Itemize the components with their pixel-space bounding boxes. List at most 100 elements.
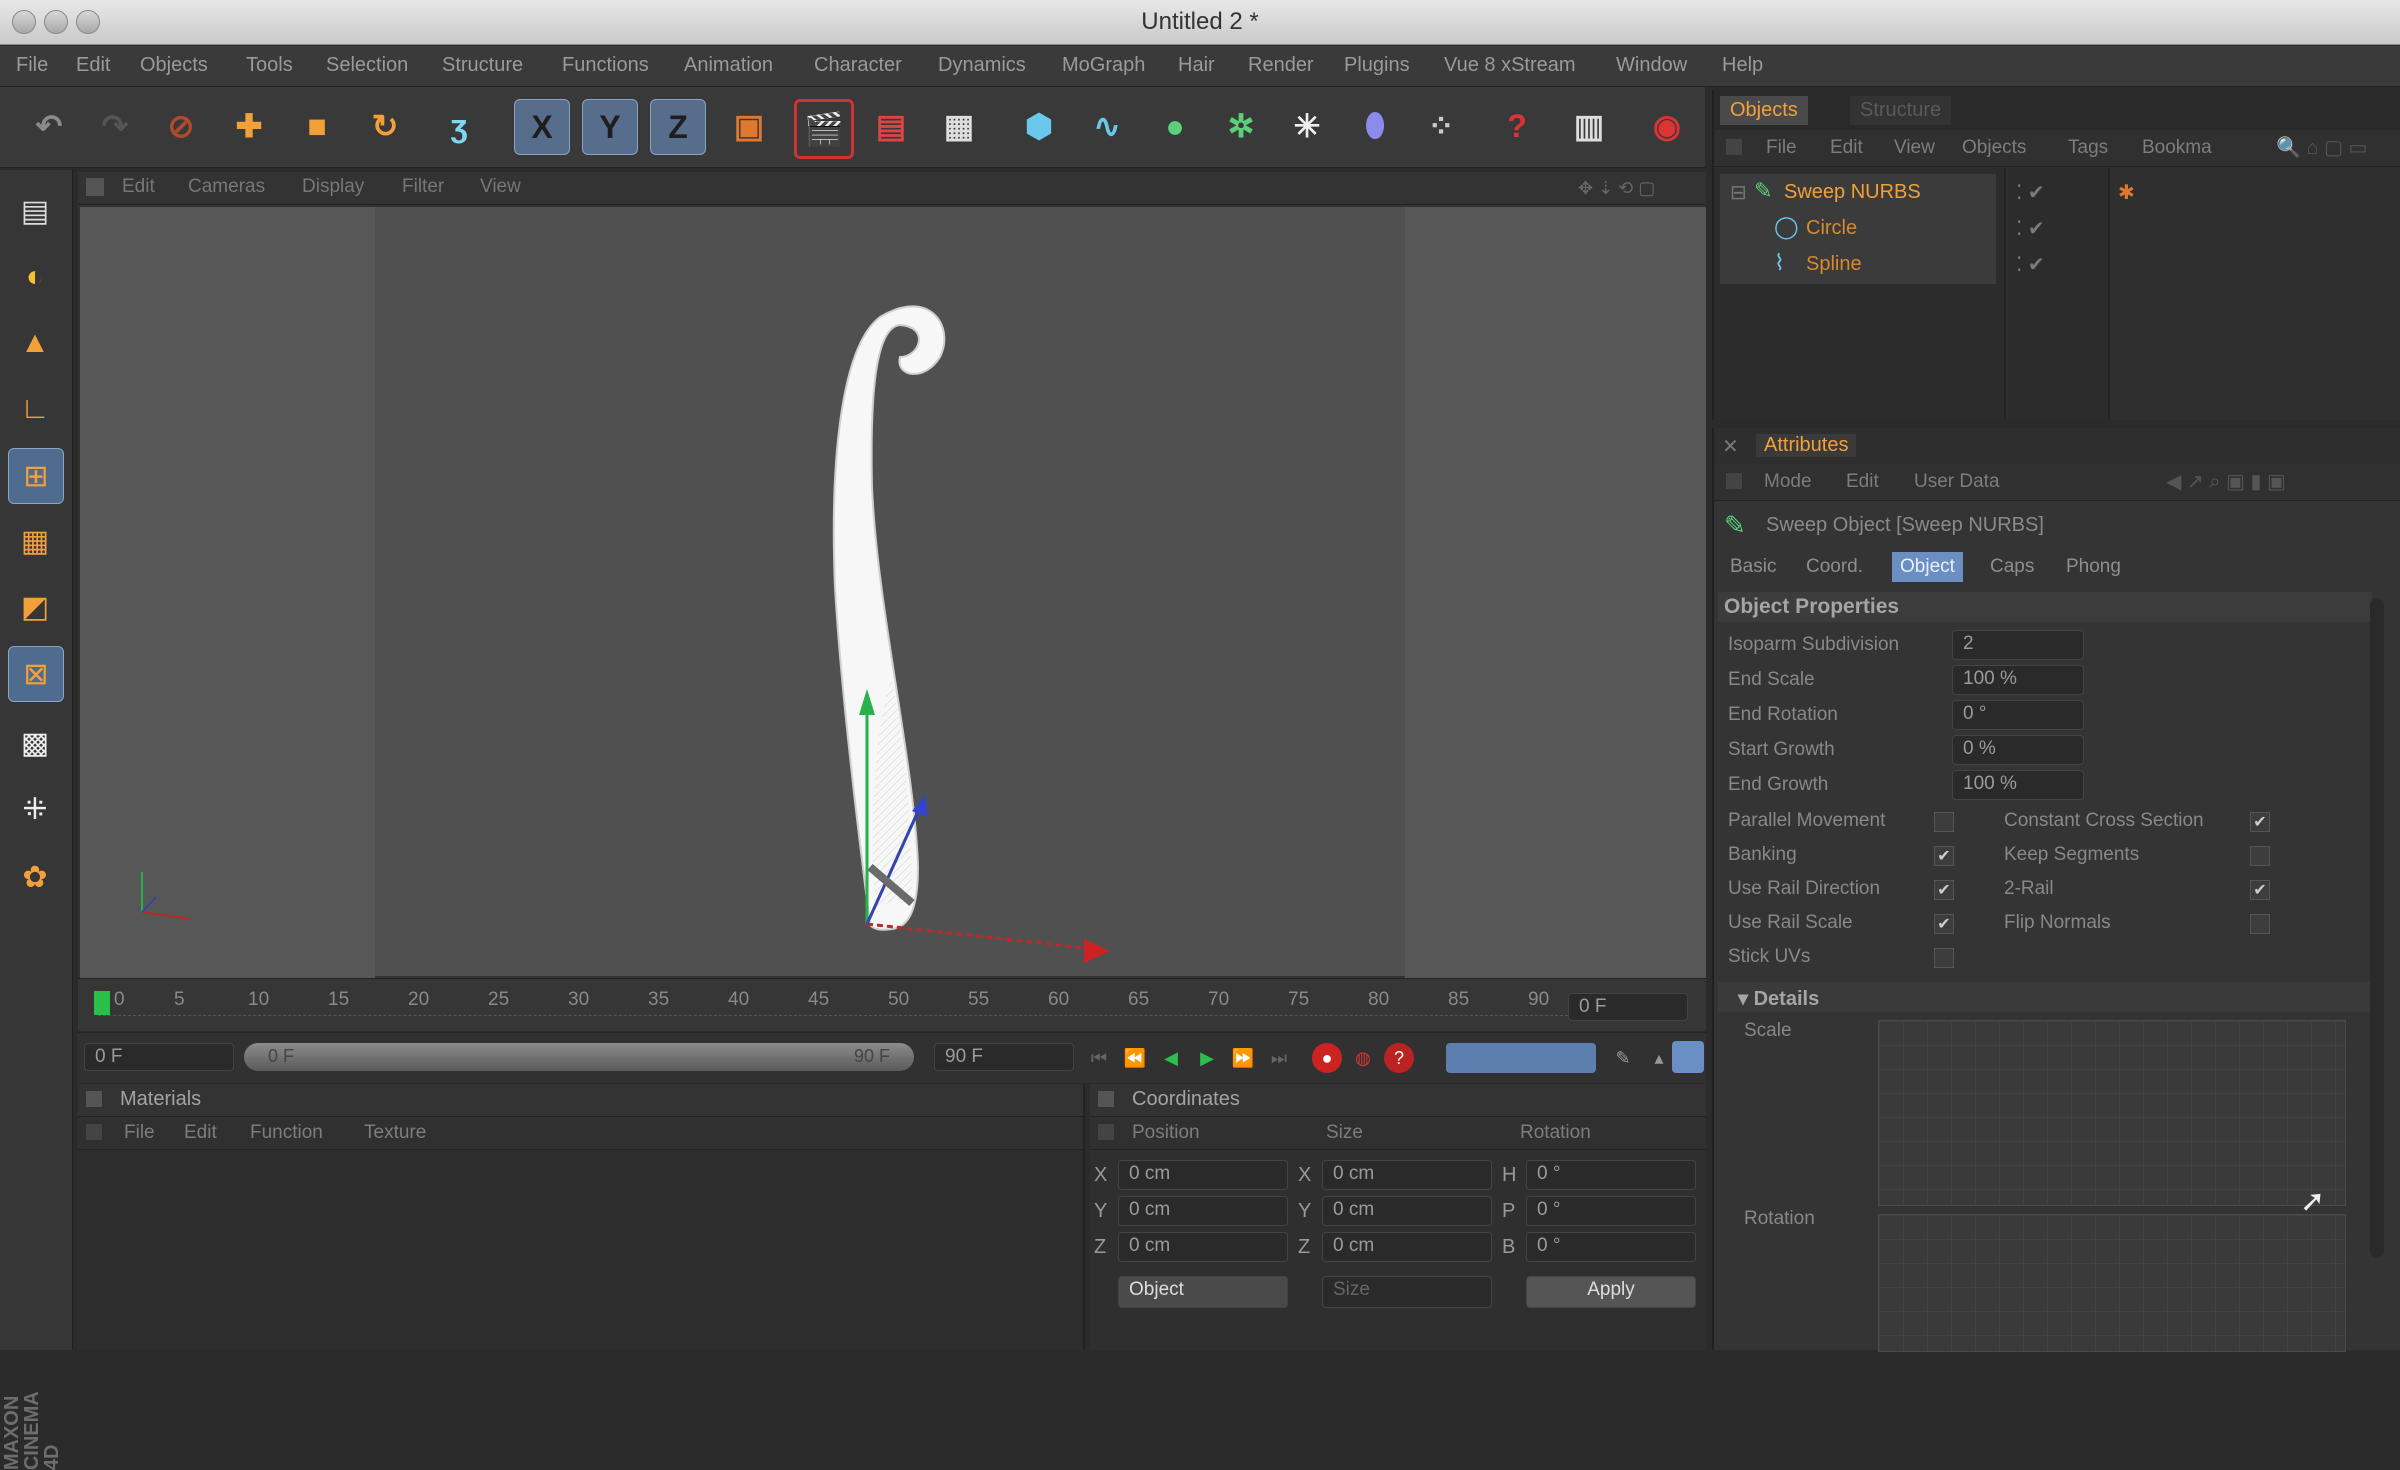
obj-menu-objects[interactable]: Objects	[1962, 137, 2026, 159]
render-picture-viewer-icon[interactable]: ▤	[864, 99, 918, 153]
viewport-menu-view[interactable]: View	[480, 176, 521, 198]
goto-start-icon[interactable]: ⏮	[1084, 1043, 1114, 1073]
obj-menu-file[interactable]: File	[1766, 137, 1797, 159]
two-rail-checkbox[interactable]: ✔	[2250, 880, 2270, 900]
sweep-nurbs-model[interactable]	[80, 207, 1704, 976]
rotation-b-field[interactable]: 0 °	[1526, 1232, 1696, 1262]
panel-grip-icon[interactable]	[1726, 473, 1742, 489]
stick-uvs-checkbox[interactable]	[1934, 948, 1954, 968]
menu-character[interactable]: Character	[814, 54, 902, 77]
edges-mode-icon[interactable]: ▦	[8, 514, 62, 568]
menu-selection[interactable]: Selection	[326, 54, 408, 77]
menu-animation[interactable]: Animation	[684, 54, 773, 77]
uv-mode-icon[interactable]: ⊠	[8, 646, 64, 702]
viewport-menu-edit[interactable]: Edit	[122, 176, 155, 198]
x-axis-handle[interactable]	[866, 922, 1096, 951]
obj-menu-view[interactable]: View	[1894, 137, 1935, 159]
make-editable-icon[interactable]: ▤	[8, 184, 62, 238]
keep-segments-checkbox[interactable]	[2250, 846, 2270, 866]
menu-help[interactable]: Help	[1722, 54, 1763, 77]
menu-tools[interactable]: Tools	[246, 54, 293, 77]
deformer-icon[interactable]: ⬮	[1348, 99, 1402, 153]
record-icon[interactable]: ◉	[1640, 99, 1694, 153]
object-name[interactable]: Circle	[1806, 217, 1857, 240]
z-axis-icon[interactable]: Z	[650, 99, 706, 155]
size-y-field[interactable]: 0 cm	[1322, 1196, 1492, 1226]
object-name[interactable]: Sweep NURBS	[1784, 181, 1921, 204]
coordinate-mode-select[interactable]: Object	[1118, 1276, 1288, 1308]
scheme-icon[interactable]	[1672, 1041, 1704, 1073]
end-scale-field[interactable]: 100 %	[1952, 665, 2084, 695]
panel-grip-icon[interactable]	[86, 1124, 102, 1140]
object-name[interactable]: Spline	[1806, 253, 1862, 276]
object-row-circle[interactable]: ◯ Circle	[1724, 212, 1994, 246]
materials-menu-texture[interactable]: Texture	[364, 1122, 426, 1144]
fcurve-icon[interactable]: ✎	[1608, 1043, 1638, 1073]
tab-coord[interactable]: Coord.	[1798, 552, 1871, 582]
prev-key-icon[interactable]: ⏪	[1120, 1043, 1150, 1073]
attr-nav-icons[interactable]: ◀ ↗ ⌕ ▣ ▮ ▣	[2166, 469, 2286, 494]
attr-menu-user-data[interactable]: User Data	[1914, 471, 2000, 493]
visibility-dots-icon[interactable]: ⁚ ✔	[2016, 252, 2045, 277]
scale-icon[interactable]: ■	[290, 99, 344, 153]
viewport-menu-cameras[interactable]: Cameras	[188, 176, 265, 198]
x-axis-icon[interactable]: X	[514, 99, 570, 155]
object-row-spline[interactable]: ⌇ Spline	[1724, 248, 1994, 282]
tab-structure[interactable]: Structure	[1850, 96, 1952, 125]
menu-plugins[interactable]: Plugins	[1344, 54, 1410, 77]
workplane-icon[interactable]: ⁜	[8, 782, 62, 836]
menu-structure[interactable]: Structure	[442, 54, 523, 77]
menu-hair[interactable]: Hair	[1178, 54, 1215, 77]
array-icon[interactable]: ✲	[1214, 99, 1268, 153]
record-keys-icon[interactable]: ●	[1312, 1043, 1342, 1073]
scene-icon[interactable]: ✳	[1280, 99, 1334, 153]
position-y-field[interactable]: 0 cm	[1118, 1196, 1288, 1226]
playhead-marker[interactable]	[94, 991, 110, 1015]
panel-grip-icon[interactable]	[1098, 1091, 1114, 1107]
position-x-field[interactable]: 0 cm	[1118, 1160, 1288, 1190]
sculpt-icon[interactable]: ✿	[8, 850, 62, 904]
menu-render[interactable]: Render	[1248, 54, 1314, 77]
polygons-mode-icon[interactable]: ◩	[8, 580, 62, 634]
play-forward-icon[interactable]: ▶	[1192, 1043, 1222, 1073]
menu-functions[interactable]: Functions	[562, 54, 649, 77]
cube-icon[interactable]: ⬢	[1012, 99, 1066, 153]
attr-menu-edit[interactable]: Edit	[1846, 471, 1879, 493]
tab-basic[interactable]: Basic	[1722, 552, 1784, 582]
banking-checkbox[interactable]: ✔	[1934, 846, 1954, 866]
undo-icon[interactable]: ↶	[22, 99, 76, 153]
spline-pen-icon[interactable]: ∿	[1080, 99, 1134, 153]
menu-vue-xstream[interactable]: Vue 8 xStream	[1444, 54, 1576, 77]
render-settings-icon[interactable]: ▦	[932, 99, 986, 153]
goto-end-icon[interactable]: ⏭	[1264, 1043, 1294, 1073]
viewport-menu-display[interactable]: Display	[302, 176, 364, 198]
next-key-icon[interactable]: ⏩	[1228, 1043, 1258, 1073]
position-z-field[interactable]: 0 cm	[1118, 1232, 1288, 1262]
model-mode-icon[interactable]: ▲	[8, 316, 62, 370]
3d-viewport[interactable]	[78, 205, 1706, 978]
coordinate-system-icon[interactable]: ▣	[722, 99, 776, 153]
help-icon[interactable]: ?	[1490, 99, 1544, 153]
rotation-spline-graph[interactable]	[1878, 1214, 2346, 1352]
obj-menu-edit[interactable]: Edit	[1830, 137, 1863, 159]
x-axis-arrow-icon[interactable]	[1084, 939, 1110, 963]
menu-window[interactable]: Window	[1616, 54, 1687, 77]
viewport-panel-icon[interactable]	[86, 178, 104, 196]
rotation-p-field[interactable]: 0 °	[1526, 1196, 1696, 1226]
details-toggle[interactable]: ▾ Details	[1738, 986, 1819, 1011]
play-backward-icon[interactable]: ◀	[1156, 1043, 1186, 1073]
menu-edit[interactable]: Edit	[76, 54, 110, 77]
preview-range-slider[interactable]: 0 F 90 F	[244, 1043, 914, 1071]
tab-object[interactable]: Object	[1892, 552, 1963, 582]
collapse-icon[interactable]: ⊟	[1730, 180, 1747, 205]
isoparm-subdivision-field[interactable]: 2	[1952, 630, 2084, 660]
panel-grip-icon[interactable]	[1098, 1124, 1114, 1140]
constant-cross-section-checkbox[interactable]: ✔	[2250, 812, 2270, 832]
tab-caps[interactable]: Caps	[1982, 552, 2042, 582]
parallel-movement-checkbox[interactable]	[1934, 812, 1954, 832]
end-frame-field[interactable]: 90 F	[934, 1043, 1074, 1071]
texture-icon[interactable]: ◐	[8, 250, 62, 304]
menu-mograph[interactable]: MoGraph	[1062, 54, 1145, 77]
end-growth-field[interactable]: 100 %	[1952, 770, 2084, 800]
move-icon[interactable]: ✚	[222, 99, 276, 153]
